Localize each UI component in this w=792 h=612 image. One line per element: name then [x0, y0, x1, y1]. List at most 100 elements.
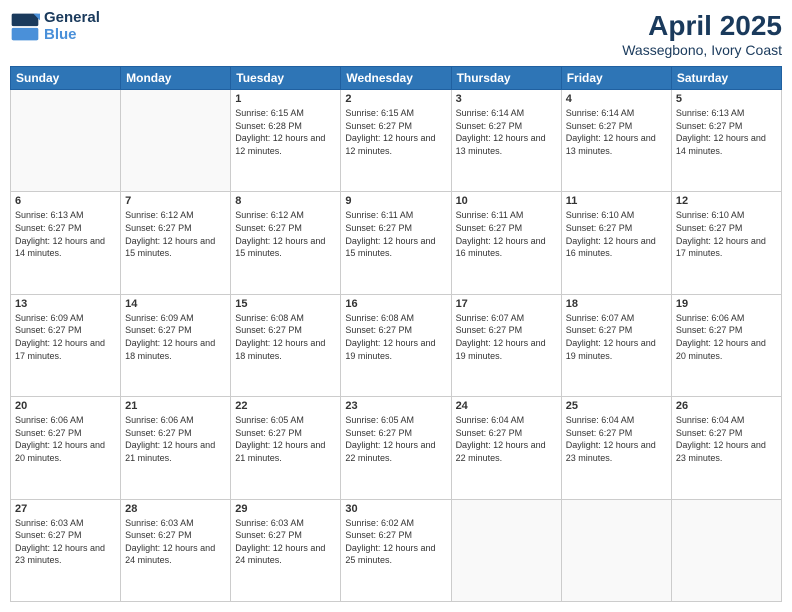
calendar-cell-w1-d4: 2 Sunrise: 6:15 AMSunset: 6:27 PMDaylight… — [341, 90, 451, 192]
day-info-10: Sunrise: 6:11 AMSunset: 6:27 PMDaylight:… — [456, 209, 557, 259]
calendar-cell-w2-d6: 11Sunrise: 6:10 AMSunset: 6:27 PMDayligh… — [561, 192, 671, 294]
day-info-24: Sunrise: 6:04 AMSunset: 6:27 PMDaylight:… — [456, 414, 557, 464]
day-info-19: Sunrise: 6:06 AMSunset: 6:27 PMDaylight:… — [676, 312, 777, 362]
calendar-cell-w1-d6: 4Sunrise: 6:14 AMSunset: 6:27 PMDaylight… — [561, 90, 671, 192]
header-wednesday: Wednesday — [341, 67, 451, 90]
calendar-cell-w4-d2: 21 Sunrise: 6:06 AMSunset: 6:27 PMDayligh… — [121, 397, 231, 499]
calendar-cell-w2-d7: 12 Sunrise: 6:10 AMSunset: 6:27 PMDayligh… — [671, 192, 781, 294]
week-row-3: 13Sunrise: 6:09 AMSunset: 6:27 PMDayligh… — [11, 294, 782, 396]
day-info-5: Sunrise: 6:13 AMSunset: 6:27 PMDaylight:… — [676, 107, 777, 157]
day-info-22: Sunrise: 6:05 AMSunset: 6:27 PMDaylight:… — [235, 414, 336, 464]
day-info-17: Sunrise: 6:07 AMSunset: 6:27 PMDaylight:… — [456, 312, 557, 362]
calendar-cell-w4-d1: 20 Sunrise: 6:06 AMSunset: 6:27 PMDayligh… — [11, 397, 121, 499]
day-info-28: Sunrise: 6:03 AMSunset: 6:27 PMDaylight:… — [125, 517, 226, 567]
day-number-10: 10 — [456, 195, 557, 207]
logo: General Blue — [10, 10, 100, 43]
calendar-cell-w4-d4: 23 Sunrise: 6:05 AMSunset: 6:27 PMDayligh… — [341, 397, 451, 499]
calendar-title: April 2025 — [622, 10, 782, 42]
calendar-cell-w2-d4: 9 Sunrise: 6:11 AMSunset: 6:27 PMDaylight… — [341, 192, 451, 294]
calendar-cell-w2-d5: 10 Sunrise: 6:11 AMSunset: 6:27 PMDayligh… — [451, 192, 561, 294]
header-sunday: Sunday — [11, 67, 121, 90]
day-info-8: Sunrise: 6:12 AMSunset: 6:27 PMDaylight:… — [235, 209, 336, 259]
day-number-21: 21 — [125, 400, 226, 412]
calendar-cell-w1-d1 — [11, 90, 121, 192]
calendar-cell-w5-d6 — [561, 499, 671, 601]
day-number-1: 1 — [235, 93, 336, 105]
day-info-23: Sunrise: 6:05 AMSunset: 6:27 PMDaylight:… — [345, 414, 446, 464]
day-number-28: 28 — [125, 503, 226, 515]
calendar-cell-w2-d1: 6 Sunrise: 6:13 AMSunset: 6:27 PMDaylight… — [11, 192, 121, 294]
calendar-subtitle: Wassegbono, Ivory Coast — [622, 42, 782, 58]
day-number-27: 27 — [15, 503, 116, 515]
calendar-cell-w3-d4: 16 Sunrise: 6:08 AMSunset: 6:27 PMDayligh… — [341, 294, 451, 396]
calendar-cell-w3-d5: 17 Sunrise: 6:07 AMSunset: 6:27 PMDayligh… — [451, 294, 561, 396]
logo-line1: General — [44, 10, 100, 27]
day-info-6: Sunrise: 6:13 AMSunset: 6:27 PMDaylight:… — [15, 209, 116, 259]
day-number-7: 7 — [125, 195, 226, 207]
day-info-20: Sunrise: 6:06 AMSunset: 6:27 PMDaylight:… — [15, 414, 116, 464]
calendar-cell-w1-d7: 5 Sunrise: 6:13 AMSunset: 6:27 PMDaylight… — [671, 90, 781, 192]
calendar-cell-w1-d5: 3 Sunrise: 6:14 AMSunset: 6:27 PMDaylight… — [451, 90, 561, 192]
header: General Blue April 2025 Wassegbono, Ivor… — [10, 10, 782, 58]
day-info-16: Sunrise: 6:08 AMSunset: 6:27 PMDaylight:… — [345, 312, 446, 362]
day-number-5: 5 — [676, 93, 777, 105]
week-row-2: 6 Sunrise: 6:13 AMSunset: 6:27 PMDaylight… — [11, 192, 782, 294]
day-number-3: 3 — [456, 93, 557, 105]
day-number-29: 29 — [235, 503, 336, 515]
day-number-17: 17 — [456, 298, 557, 310]
day-number-16: 16 — [345, 298, 446, 310]
header-thursday: Thursday — [451, 67, 561, 90]
day-info-12: Sunrise: 6:10 AMSunset: 6:27 PMDaylight:… — [676, 209, 777, 259]
day-info-18: Sunrise: 6:07 AMSunset: 6:27 PMDaylight:… — [566, 312, 667, 362]
calendar-cell-w4-d7: 26 Sunrise: 6:04 AMSunset: 6:27 PMDayligh… — [671, 397, 781, 499]
day-number-12: 12 — [676, 195, 777, 207]
week-row-1: 1 Sunrise: 6:15 AMSunset: 6:28 PMDaylight… — [11, 90, 782, 192]
day-number-15: 15 — [235, 298, 336, 310]
calendar-cell-w5-d4: 30 Sunrise: 6:02 AMSunset: 6:27 PMDayligh… — [341, 499, 451, 601]
week-row-5: 27 Sunrise: 6:03 AMSunset: 6:27 PMDayligh… — [11, 499, 782, 601]
day-info-9: Sunrise: 6:11 AMSunset: 6:27 PMDaylight:… — [345, 209, 446, 259]
day-info-1: Sunrise: 6:15 AMSunset: 6:28 PMDaylight:… — [235, 107, 336, 157]
title-block: April 2025 Wassegbono, Ivory Coast — [622, 10, 782, 58]
calendar-cell-w3-d3: 15 Sunrise: 6:08 AMSunset: 6:27 PMDayligh… — [231, 294, 341, 396]
day-number-23: 23 — [345, 400, 446, 412]
day-number-25: 25 — [566, 400, 667, 412]
day-number-20: 20 — [15, 400, 116, 412]
day-info-2: Sunrise: 6:15 AMSunset: 6:27 PMDaylight:… — [345, 107, 446, 157]
calendar-table: Sunday Monday Tuesday Wednesday Thursday… — [10, 66, 782, 602]
calendar-cell-w4-d5: 24Sunrise: 6:04 AMSunset: 6:27 PMDayligh… — [451, 397, 561, 499]
day-number-6: 6 — [15, 195, 116, 207]
day-number-4: 4 — [566, 93, 667, 105]
header-tuesday: Tuesday — [231, 67, 341, 90]
day-info-21: Sunrise: 6:06 AMSunset: 6:27 PMDaylight:… — [125, 414, 226, 464]
day-number-8: 8 — [235, 195, 336, 207]
calendar-cell-w5-d5 — [451, 499, 561, 601]
day-info-14: Sunrise: 6:09 AMSunset: 6:27 PMDaylight:… — [125, 312, 226, 362]
day-number-26: 26 — [676, 400, 777, 412]
day-info-30: Sunrise: 6:02 AMSunset: 6:27 PMDaylight:… — [345, 517, 446, 567]
logo-text: General Blue — [44, 10, 100, 43]
calendar-cell-w3-d7: 19 Sunrise: 6:06 AMSunset: 6:27 PMDayligh… — [671, 294, 781, 396]
day-number-14: 14 — [125, 298, 226, 310]
day-number-19: 19 — [676, 298, 777, 310]
calendar-cell-w1-d2 — [121, 90, 231, 192]
day-info-29: Sunrise: 6:03 AMSunset: 6:27 PMDaylight:… — [235, 517, 336, 567]
calendar-cell-w3-d1: 13Sunrise: 6:09 AMSunset: 6:27 PMDayligh… — [11, 294, 121, 396]
logo-line2: Blue — [44, 26, 77, 43]
calendar-cell-w4-d6: 25Sunrise: 6:04 AMSunset: 6:27 PMDayligh… — [561, 397, 671, 499]
header-monday: Monday — [121, 67, 231, 90]
day-number-30: 30 — [345, 503, 446, 515]
day-info-26: Sunrise: 6:04 AMSunset: 6:27 PMDaylight:… — [676, 414, 777, 464]
calendar-cell-w5-d7 — [671, 499, 781, 601]
calendar-cell-w1-d3: 1 Sunrise: 6:15 AMSunset: 6:28 PMDaylight… — [231, 90, 341, 192]
header-friday: Friday — [561, 67, 671, 90]
day-number-9: 9 — [345, 195, 446, 207]
day-info-27: Sunrise: 6:03 AMSunset: 6:27 PMDaylight:… — [15, 517, 116, 567]
day-info-15: Sunrise: 6:08 AMSunset: 6:27 PMDaylight:… — [235, 312, 336, 362]
day-info-7: Sunrise: 6:12 AMSunset: 6:27 PMDaylight:… — [125, 209, 226, 259]
day-info-3: Sunrise: 6:14 AMSunset: 6:27 PMDaylight:… — [456, 107, 557, 157]
day-number-2: 2 — [345, 93, 446, 105]
day-number-22: 22 — [235, 400, 336, 412]
day-info-11: Sunrise: 6:10 AMSunset: 6:27 PMDaylight:… — [566, 209, 667, 259]
calendar-cell-w5-d1: 27 Sunrise: 6:03 AMSunset: 6:27 PMDayligh… — [11, 499, 121, 601]
